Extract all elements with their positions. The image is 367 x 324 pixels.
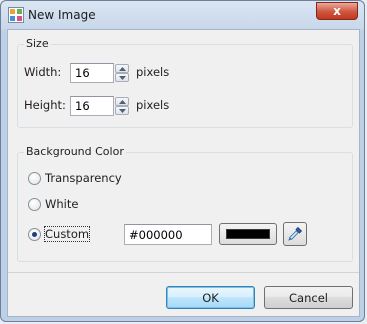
chevron-down-icon xyxy=(119,109,126,113)
dialog-window: New Image x Size Width: pixels Height: xyxy=(0,0,365,322)
chevron-up-icon xyxy=(119,67,126,71)
white-radio[interactable] xyxy=(28,198,41,211)
ok-button[interactable]: OK xyxy=(166,286,255,309)
height-unit-label: pixels xyxy=(136,98,170,112)
width-label: Width: xyxy=(24,65,62,79)
size-group-title: Size xyxy=(24,37,51,50)
chevron-down-icon xyxy=(119,76,126,80)
title-bar[interactable]: New Image x xyxy=(1,1,364,29)
transparency-radio-label[interactable]: Transparency xyxy=(45,171,122,185)
cancel-button[interactable]: Cancel xyxy=(264,286,353,309)
window-title: New Image xyxy=(28,8,96,22)
height-label: Height: xyxy=(24,98,66,112)
background-color-group: Background Color Transparency White Cust… xyxy=(17,145,353,262)
radio-selected-dot xyxy=(32,232,37,237)
width-decrement-button[interactable] xyxy=(115,73,129,82)
size-group: Size Width: pixels Height: xyxy=(17,37,353,128)
background-color-group-title: Background Color xyxy=(24,145,126,158)
width-unit-label: pixels xyxy=(136,65,170,79)
custom-color-hex-field[interactable] xyxy=(124,224,212,245)
width-increment-button[interactable] xyxy=(115,64,129,73)
close-icon: x xyxy=(333,4,341,18)
width-stepper[interactable] xyxy=(115,64,129,82)
custom-radio[interactable] xyxy=(28,228,41,241)
width-field[interactable] xyxy=(70,63,114,83)
footer-separator xyxy=(8,272,359,273)
height-increment-button[interactable] xyxy=(115,97,129,106)
close-button[interactable]: x xyxy=(316,2,358,20)
chevron-up-icon xyxy=(119,100,126,104)
height-stepper[interactable] xyxy=(115,97,129,115)
height-field[interactable] xyxy=(70,96,114,116)
color-select-button[interactable] xyxy=(219,223,277,245)
eyedropper-icon xyxy=(288,226,303,241)
app-icon xyxy=(8,7,24,23)
height-decrement-button[interactable] xyxy=(115,106,129,115)
white-radio-label[interactable]: White xyxy=(45,197,78,211)
eyedropper-button[interactable] xyxy=(283,222,307,246)
dialog-client-area: Size Width: pixels Height: xyxy=(7,29,360,317)
color-swatch xyxy=(226,229,270,239)
transparency-radio[interactable] xyxy=(28,172,41,185)
custom-radio-label[interactable]: Custom xyxy=(43,226,91,242)
